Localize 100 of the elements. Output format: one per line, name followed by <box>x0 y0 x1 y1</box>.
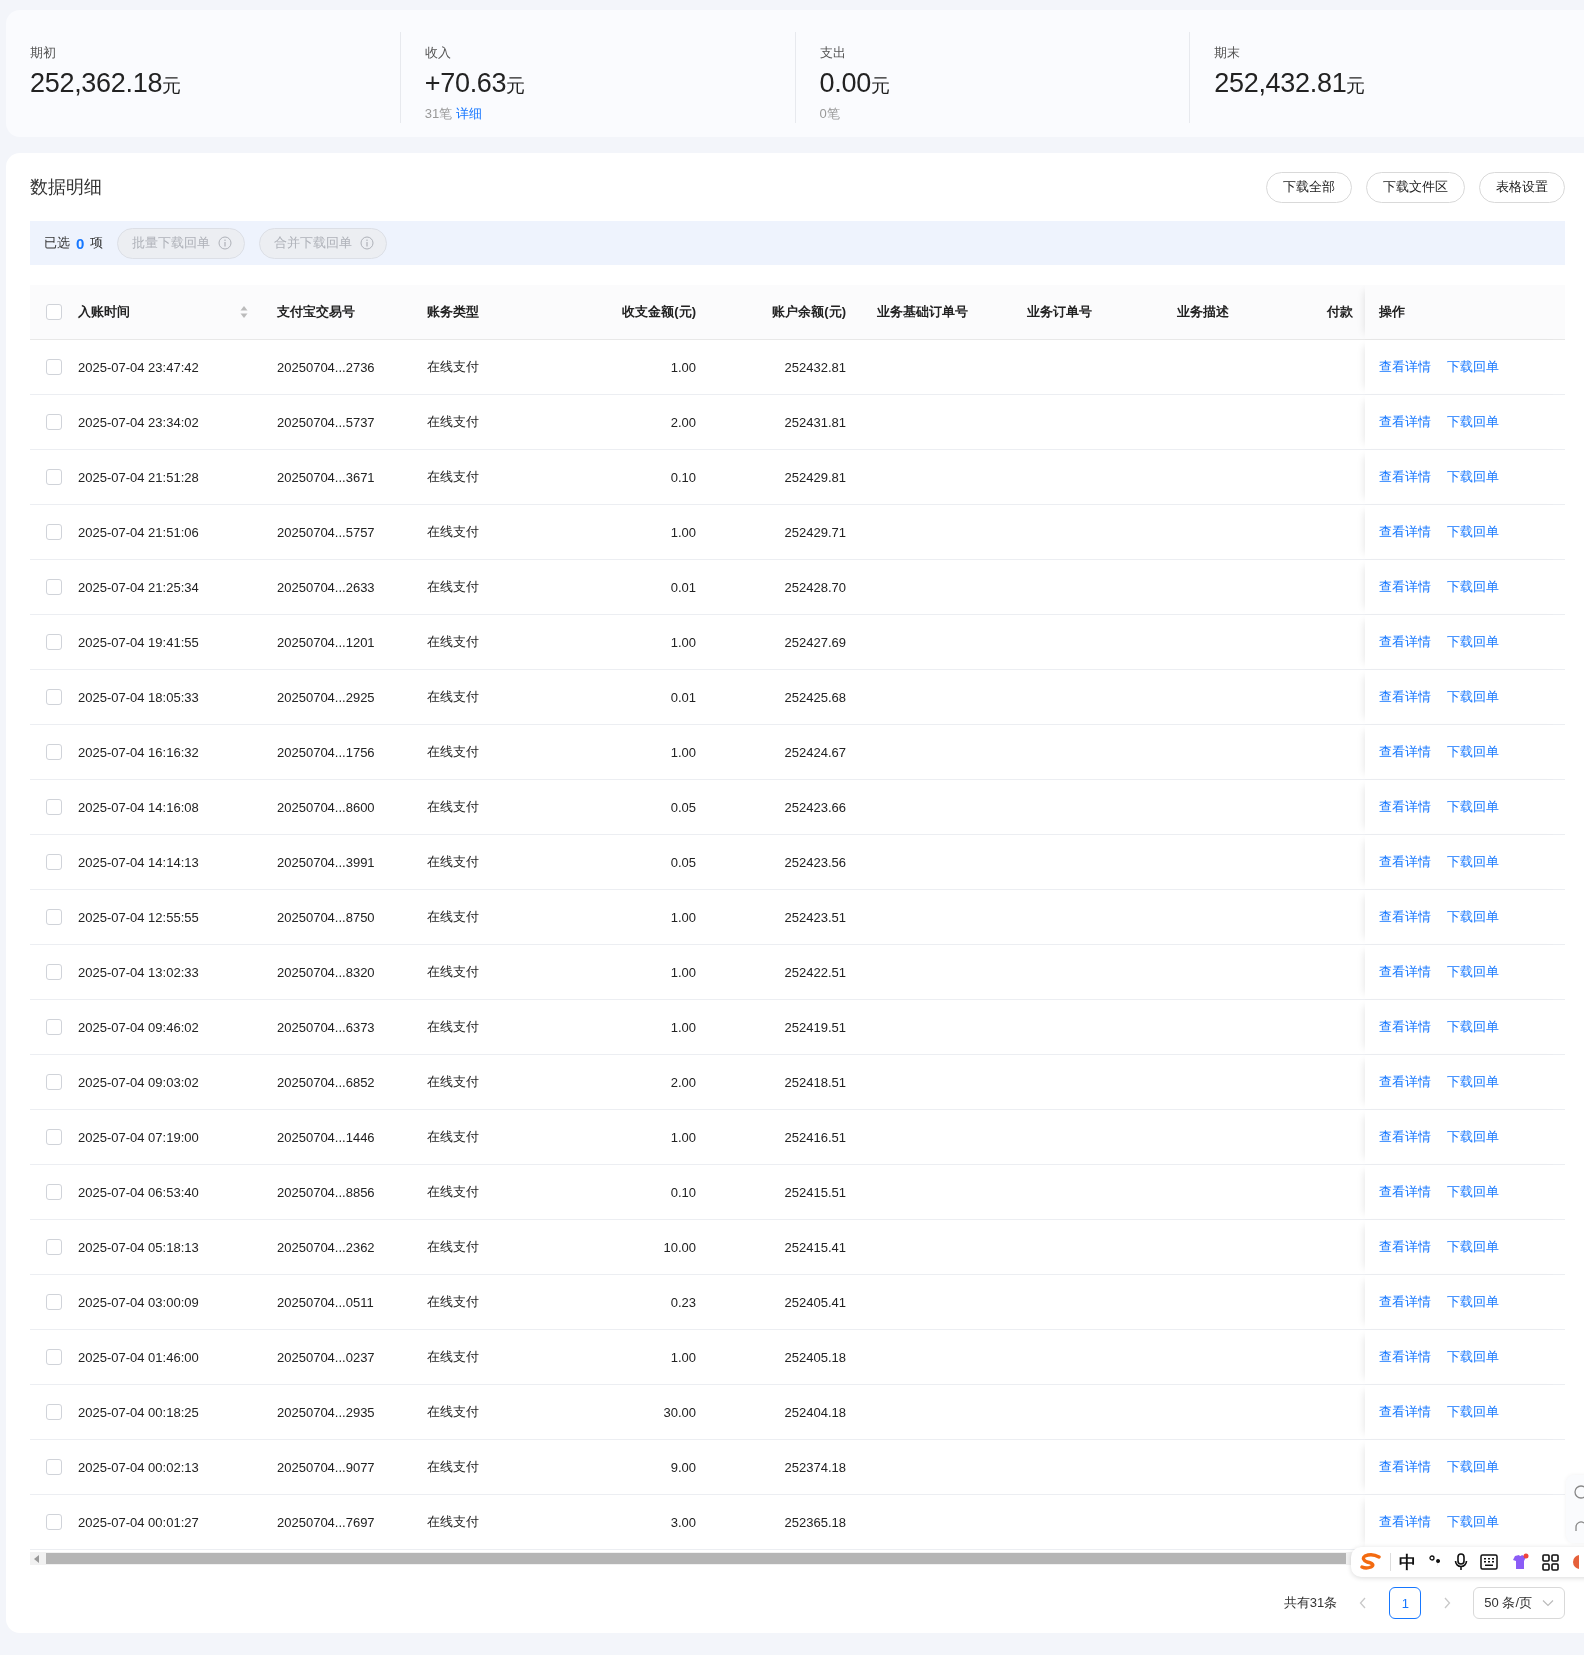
action-link[interactable]: 查看详情 <box>1379 1073 1431 1091</box>
table-cell: 0.05 <box>670 854 696 870</box>
column-header[interactable]: 入账时间 <box>78 303 248 321</box>
table-cell: 在线支付 <box>427 1018 479 1036</box>
action-link[interactable]: 查看详情 <box>1379 413 1431 431</box>
table-cell: 252424.67 <box>784 744 846 760</box>
table-cell: 1.00 <box>670 1019 696 1035</box>
page-button[interactable]: 1 <box>1389 1587 1422 1619</box>
table-cell: 2025-07-04 21:25:34 <box>78 579 199 595</box>
table-cell: 252428.70 <box>784 579 846 595</box>
detail-link[interactable]: 详细 <box>456 105 483 123</box>
action-link[interactable]: 查看详情 <box>1379 1183 1431 1201</box>
table-cell: 20250704...8320 <box>277 964 375 980</box>
table-cell: 10.00 <box>663 1239 696 1255</box>
action-link[interactable]: 下载回单 <box>1447 413 1499 431</box>
action-link[interactable]: 查看详情 <box>1379 743 1431 761</box>
action-link[interactable]: 下载回单 <box>1447 853 1499 871</box>
input-mode-toggle[interactable]: 中 <box>1399 1550 1416 1574</box>
action-link[interactable]: 查看详情 <box>1379 1458 1431 1476</box>
action-link[interactable]: 下载回单 <box>1447 743 1499 761</box>
action-link[interactable]: 下载回单 <box>1447 798 1499 816</box>
table-cell: 2025-07-04 06:53:40 <box>78 1184 199 1200</box>
action-link[interactable]: 查看详情 <box>1379 468 1431 486</box>
count-text: 31笔 <box>424 105 453 123</box>
action-link[interactable]: 查看详情 <box>1379 1128 1431 1146</box>
table-cell: 2025-07-04 03:00:09 <box>78 1294 199 1310</box>
table-cell: 20250704...5757 <box>277 524 375 540</box>
toolbar-button[interactable]: 表格设置 <box>1479 171 1565 203</box>
action-link[interactable]: 下载回单 <box>1447 1238 1499 1256</box>
table-cell: 2025-07-04 21:51:28 <box>78 469 199 485</box>
action-link[interactable]: 查看详情 <box>1379 1238 1431 1256</box>
table-cell: 在线支付 <box>427 1513 479 1531</box>
count-text: 0笔 <box>819 105 840 123</box>
page-size-select[interactable]: 50 条/页 <box>1473 1587 1565 1619</box>
table-cell: 20250704...2633 <box>277 579 375 595</box>
action-link[interactable]: 下载回单 <box>1447 1293 1499 1311</box>
table-cell: 在线支付 <box>427 1403 479 1421</box>
table-cell: 2025-07-04 09:03:02 <box>78 1074 199 1090</box>
action-link[interactable]: 查看详情 <box>1379 798 1431 816</box>
stat-value: 0.00 <box>819 68 871 99</box>
table-cell: 1.00 <box>670 634 696 650</box>
table-cell: 252415.51 <box>784 1184 846 1200</box>
action-link[interactable]: 查看详情 <box>1379 1513 1431 1531</box>
action-link[interactable]: 下载回单 <box>1447 1073 1499 1091</box>
table-cell: 在线支付 <box>427 1293 479 1311</box>
table-cell: 252415.41 <box>784 1239 846 1255</box>
table-cell: 252405.18 <box>784 1349 846 1365</box>
action-link[interactable]: 查看详情 <box>1379 688 1431 706</box>
table-cell: 2.00 <box>670 1074 696 1090</box>
column-header: 支付宝交易号 <box>277 303 355 321</box>
table-cell: 2025-07-04 16:16:32 <box>78 744 199 760</box>
column-header: 账户余额(元) <box>772 303 846 321</box>
table-cell: 252431.81 <box>784 414 846 430</box>
table-cell: 20250704...7697 <box>277 1514 375 1530</box>
action-link[interactable]: 查看详情 <box>1379 358 1431 376</box>
table-cell: 252416.51 <box>784 1129 846 1145</box>
table-cell: 2025-07-04 00:18:25 <box>78 1404 199 1420</box>
toolbar-button[interactable]: 下载文件区 <box>1366 171 1465 203</box>
action-link[interactable]: 下载回单 <box>1447 1403 1499 1421</box>
stat-value: 252,362.18 <box>30 68 163 99</box>
unit-label: 元 <box>870 75 890 98</box>
action-link[interactable]: 下载回单 <box>1447 523 1499 541</box>
action-link[interactable]: 查看详情 <box>1379 1348 1431 1366</box>
table-cell: 252422.51 <box>784 964 846 980</box>
toolbar-button[interactable]: 下载全部 <box>1266 171 1352 203</box>
action-link[interactable]: 下载回单 <box>1447 688 1499 706</box>
action-link[interactable]: 下载回单 <box>1447 1513 1499 1531</box>
action-link[interactable]: 下载回单 <box>1447 358 1499 376</box>
action-link[interactable]: 下载回单 <box>1447 1348 1499 1366</box>
action-link[interactable]: 查看详情 <box>1379 523 1431 541</box>
table-cell: 20250704...1446 <box>277 1129 375 1145</box>
table-cell: 2025-07-04 09:46:02 <box>78 1019 199 1035</box>
table-cell: 2025-07-04 13:02:33 <box>78 964 199 980</box>
unit-label: 元 <box>1346 75 1366 98</box>
action-link[interactable]: 下载回单 <box>1447 1128 1499 1146</box>
action-link[interactable]: 下载回单 <box>1447 633 1499 651</box>
action-link[interactable]: 查看详情 <box>1379 963 1431 981</box>
table-cell: 2025-07-04 19:41:55 <box>78 634 199 650</box>
action-link[interactable]: 下载回单 <box>1447 963 1499 981</box>
action-link[interactable]: 查看详情 <box>1379 1403 1431 1421</box>
action-link[interactable]: 下载回单 <box>1447 578 1499 596</box>
action-link[interactable]: 查看详情 <box>1379 853 1431 871</box>
action-link[interactable]: 下载回单 <box>1447 1458 1499 1476</box>
table-cell: 252432.81 <box>784 359 846 375</box>
selection-count: 0 <box>76 234 85 252</box>
action-link[interactable]: 下载回单 <box>1447 468 1499 486</box>
action-link[interactable]: 查看详情 <box>1379 578 1431 596</box>
table-cell: 1.00 <box>670 359 696 375</box>
table-cell: 252405.41 <box>784 1294 846 1310</box>
table-cell: 在线支付 <box>427 413 479 431</box>
stat-label: 期末 <box>1214 44 1242 62</box>
action-link[interactable]: 查看详情 <box>1379 908 1431 926</box>
action-link[interactable]: 下载回单 <box>1447 1018 1499 1036</box>
table-cell: 0.05 <box>670 799 696 815</box>
table-cell: 2025-07-04 01:46:00 <box>78 1349 199 1365</box>
action-link[interactable]: 下载回单 <box>1447 908 1499 926</box>
action-link[interactable]: 查看详情 <box>1379 1018 1431 1036</box>
action-link[interactable]: 查看详情 <box>1379 633 1431 651</box>
action-link[interactable]: 查看详情 <box>1379 1293 1431 1311</box>
action-link[interactable]: 下载回单 <box>1447 1183 1499 1201</box>
